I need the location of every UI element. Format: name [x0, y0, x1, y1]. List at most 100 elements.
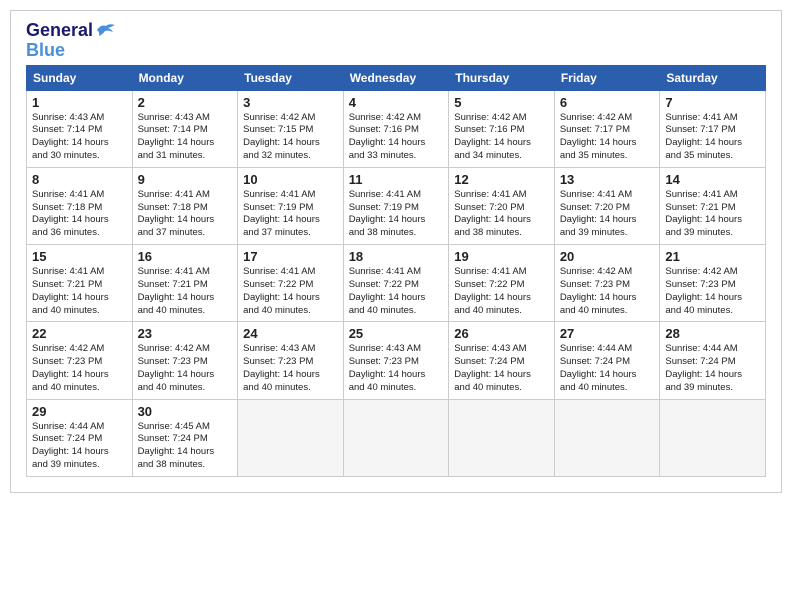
- day-info: Sunrise: 4:44 AMSunset: 7:24 PMDaylight:…: [32, 421, 109, 470]
- logo: General Blue: [26, 21, 117, 61]
- day-cell-7: 7 Sunrise: 4:41 AMSunset: 7:17 PMDayligh…: [660, 90, 766, 167]
- day-number: 5: [454, 95, 549, 110]
- day-info: Sunrise: 4:44 AMSunset: 7:24 PMDaylight:…: [560, 343, 637, 392]
- empty-cell: [554, 399, 660, 476]
- day-number: 19: [454, 249, 549, 264]
- day-number: 9: [138, 172, 233, 187]
- day-cell-13: 13 Sunrise: 4:41 AMSunset: 7:20 PMDaylig…: [554, 167, 660, 244]
- calendar-week-1: 1 Sunrise: 4:43 AMSunset: 7:14 PMDayligh…: [27, 90, 766, 167]
- day-number: 6: [560, 95, 655, 110]
- day-cell-24: 24 Sunrise: 4:43 AMSunset: 7:23 PMDaylig…: [238, 322, 344, 399]
- day-number: 20: [560, 249, 655, 264]
- day-cell-29: 29 Sunrise: 4:44 AMSunset: 7:24 PMDaylig…: [27, 399, 133, 476]
- day-info: Sunrise: 4:41 AMSunset: 7:21 PMDaylight:…: [665, 189, 742, 238]
- day-number: 22: [32, 326, 127, 341]
- day-number: 10: [243, 172, 338, 187]
- column-header-monday: Monday: [132, 65, 238, 90]
- day-number: 11: [349, 172, 444, 187]
- day-info: Sunrise: 4:41 AMSunset: 7:20 PMDaylight:…: [560, 189, 637, 238]
- day-info: Sunrise: 4:41 AMSunset: 7:19 PMDaylight:…: [349, 189, 426, 238]
- day-info: Sunrise: 4:45 AMSunset: 7:24 PMDaylight:…: [138, 421, 215, 470]
- day-info: Sunrise: 4:43 AMSunset: 7:24 PMDaylight:…: [454, 343, 531, 392]
- header: General Blue: [26, 21, 766, 61]
- day-number: 29: [32, 404, 127, 419]
- day-cell-28: 28 Sunrise: 4:44 AMSunset: 7:24 PMDaylig…: [660, 322, 766, 399]
- day-number: 14: [665, 172, 760, 187]
- day-info: Sunrise: 4:41 AMSunset: 7:21 PMDaylight:…: [32, 266, 109, 315]
- day-number: 8: [32, 172, 127, 187]
- day-number: 27: [560, 326, 655, 341]
- day-info: Sunrise: 4:42 AMSunset: 7:23 PMDaylight:…: [560, 266, 637, 315]
- calendar-week-3: 15 Sunrise: 4:41 AMSunset: 7:21 PMDaylig…: [27, 245, 766, 322]
- column-header-friday: Friday: [554, 65, 660, 90]
- calendar-week-2: 8 Sunrise: 4:41 AMSunset: 7:18 PMDayligh…: [27, 167, 766, 244]
- day-info: Sunrise: 4:42 AMSunset: 7:15 PMDaylight:…: [243, 112, 320, 161]
- day-cell-11: 11 Sunrise: 4:41 AMSunset: 7:19 PMDaylig…: [343, 167, 449, 244]
- empty-cell: [343, 399, 449, 476]
- day-cell-21: 21 Sunrise: 4:42 AMSunset: 7:23 PMDaylig…: [660, 245, 766, 322]
- day-number: 21: [665, 249, 760, 264]
- day-info: Sunrise: 4:42 AMSunset: 7:16 PMDaylight:…: [454, 112, 531, 161]
- calendar-header-row: SundayMondayTuesdayWednesdayThursdayFrid…: [27, 65, 766, 90]
- day-info: Sunrise: 4:42 AMSunset: 7:23 PMDaylight:…: [138, 343, 215, 392]
- day-cell-9: 9 Sunrise: 4:41 AMSunset: 7:18 PMDayligh…: [132, 167, 238, 244]
- day-number: 7: [665, 95, 760, 110]
- empty-cell: [660, 399, 766, 476]
- day-cell-12: 12 Sunrise: 4:41 AMSunset: 7:20 PMDaylig…: [449, 167, 555, 244]
- day-info: Sunrise: 4:42 AMSunset: 7:17 PMDaylight:…: [560, 112, 637, 161]
- logo-text-blue: Blue: [26, 41, 65, 61]
- column-header-saturday: Saturday: [660, 65, 766, 90]
- day-info: Sunrise: 4:41 AMSunset: 7:18 PMDaylight:…: [138, 189, 215, 238]
- day-cell-8: 8 Sunrise: 4:41 AMSunset: 7:18 PMDayligh…: [27, 167, 133, 244]
- day-cell-10: 10 Sunrise: 4:41 AMSunset: 7:19 PMDaylig…: [238, 167, 344, 244]
- page: General Blue SundayMondayTuesdayWednesda…: [10, 10, 782, 493]
- day-info: Sunrise: 4:43 AMSunset: 7:23 PMDaylight:…: [243, 343, 320, 392]
- day-number: 23: [138, 326, 233, 341]
- empty-cell: [449, 399, 555, 476]
- column-header-thursday: Thursday: [449, 65, 555, 90]
- logo-text-general: General: [26, 21, 93, 41]
- day-info: Sunrise: 4:41 AMSunset: 7:20 PMDaylight:…: [454, 189, 531, 238]
- day-info: Sunrise: 4:41 AMSunset: 7:18 PMDaylight:…: [32, 189, 109, 238]
- day-cell-26: 26 Sunrise: 4:43 AMSunset: 7:24 PMDaylig…: [449, 322, 555, 399]
- day-number: 28: [665, 326, 760, 341]
- calendar: SundayMondayTuesdayWednesdayThursdayFrid…: [26, 65, 766, 477]
- day-info: Sunrise: 4:43 AMSunset: 7:23 PMDaylight:…: [349, 343, 426, 392]
- day-info: Sunrise: 4:42 AMSunset: 7:23 PMDaylight:…: [665, 266, 742, 315]
- day-number: 13: [560, 172, 655, 187]
- column-header-tuesday: Tuesday: [238, 65, 344, 90]
- day-cell-3: 3 Sunrise: 4:42 AMSunset: 7:15 PMDayligh…: [238, 90, 344, 167]
- day-cell-2: 2 Sunrise: 4:43 AMSunset: 7:14 PMDayligh…: [132, 90, 238, 167]
- day-number: 4: [349, 95, 444, 110]
- calendar-week-4: 22 Sunrise: 4:42 AMSunset: 7:23 PMDaylig…: [27, 322, 766, 399]
- day-number: 16: [138, 249, 233, 264]
- day-cell-27: 27 Sunrise: 4:44 AMSunset: 7:24 PMDaylig…: [554, 322, 660, 399]
- day-cell-30: 30 Sunrise: 4:45 AMSunset: 7:24 PMDaylig…: [132, 399, 238, 476]
- day-number: 26: [454, 326, 549, 341]
- day-number: 3: [243, 95, 338, 110]
- day-cell-6: 6 Sunrise: 4:42 AMSunset: 7:17 PMDayligh…: [554, 90, 660, 167]
- day-info: Sunrise: 4:42 AMSunset: 7:23 PMDaylight:…: [32, 343, 109, 392]
- day-cell-22: 22 Sunrise: 4:42 AMSunset: 7:23 PMDaylig…: [27, 322, 133, 399]
- day-number: 25: [349, 326, 444, 341]
- calendar-week-5: 29 Sunrise: 4:44 AMSunset: 7:24 PMDaylig…: [27, 399, 766, 476]
- day-info: Sunrise: 4:44 AMSunset: 7:24 PMDaylight:…: [665, 343, 742, 392]
- day-number: 18: [349, 249, 444, 264]
- day-cell-1: 1 Sunrise: 4:43 AMSunset: 7:14 PMDayligh…: [27, 90, 133, 167]
- day-info: Sunrise: 4:42 AMSunset: 7:16 PMDaylight:…: [349, 112, 426, 161]
- day-info: Sunrise: 4:41 AMSunset: 7:22 PMDaylight:…: [349, 266, 426, 315]
- empty-cell: [238, 399, 344, 476]
- day-cell-20: 20 Sunrise: 4:42 AMSunset: 7:23 PMDaylig…: [554, 245, 660, 322]
- day-cell-4: 4 Sunrise: 4:42 AMSunset: 7:16 PMDayligh…: [343, 90, 449, 167]
- day-number: 2: [138, 95, 233, 110]
- day-info: Sunrise: 4:41 AMSunset: 7:22 PMDaylight:…: [243, 266, 320, 315]
- day-number: 30: [138, 404, 233, 419]
- day-number: 17: [243, 249, 338, 264]
- logo-bird-icon: [95, 22, 117, 38]
- day-cell-14: 14 Sunrise: 4:41 AMSunset: 7:21 PMDaylig…: [660, 167, 766, 244]
- day-info: Sunrise: 4:41 AMSunset: 7:17 PMDaylight:…: [665, 112, 742, 161]
- day-info: Sunrise: 4:43 AMSunset: 7:14 PMDaylight:…: [138, 112, 215, 161]
- day-number: 12: [454, 172, 549, 187]
- day-cell-23: 23 Sunrise: 4:42 AMSunset: 7:23 PMDaylig…: [132, 322, 238, 399]
- day-number: 15: [32, 249, 127, 264]
